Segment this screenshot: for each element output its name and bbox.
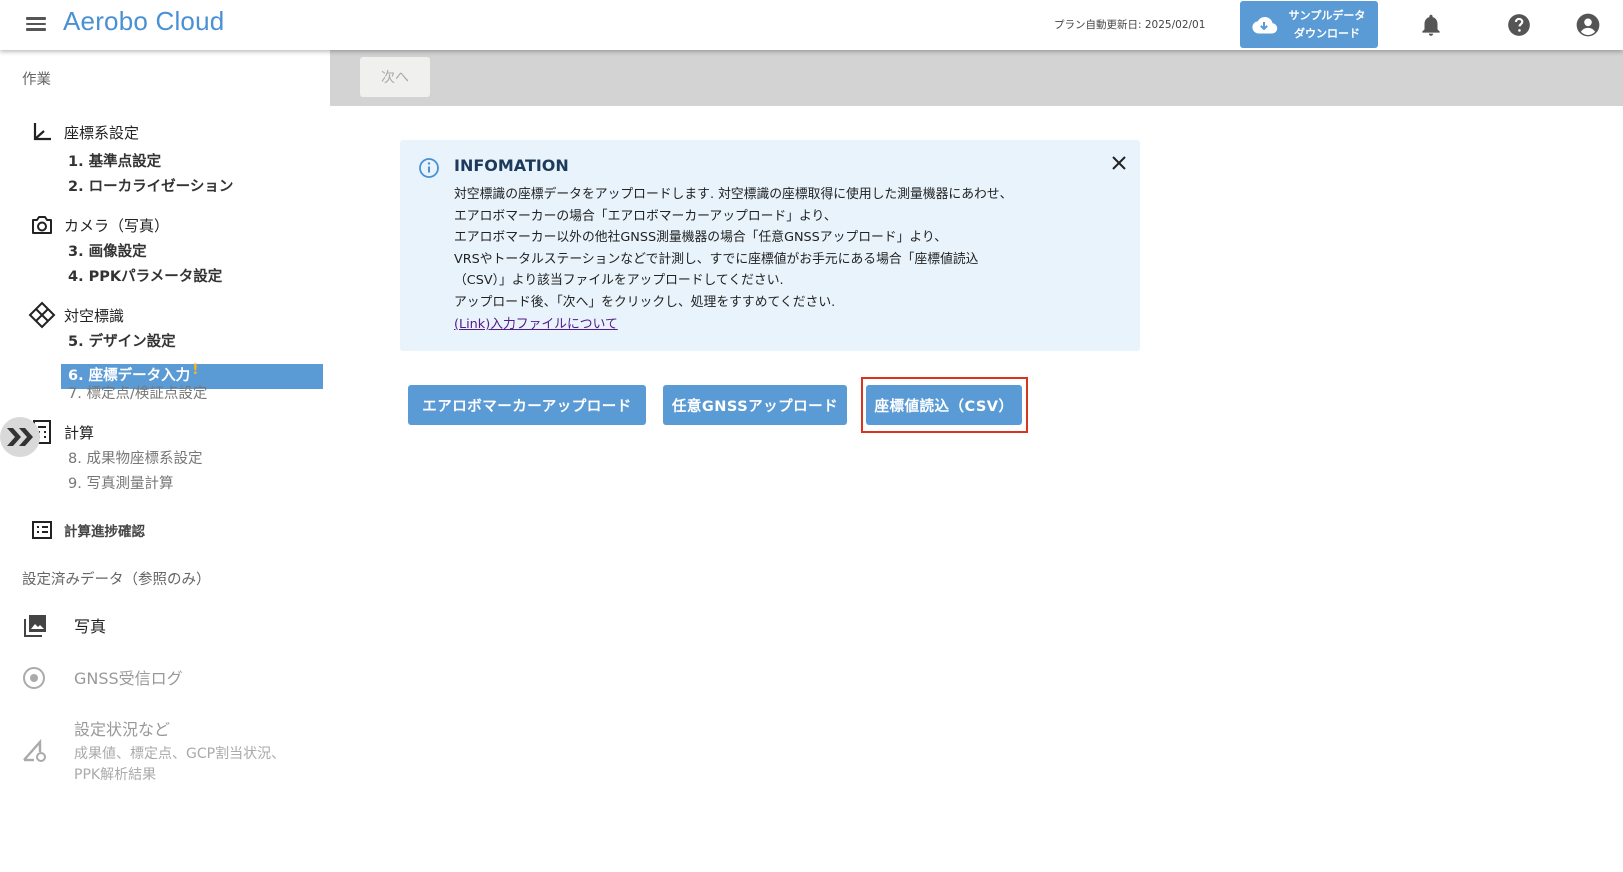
ref-label: GNSS受信ログ xyxy=(74,669,183,688)
camera-icon xyxy=(32,216,52,234)
sidebar-item-localization[interactable]: 2. ローカライゼーション xyxy=(68,175,233,196)
group-label: 座標系設定 xyxy=(64,123,140,142)
csv-import-button[interactable]: 座標値読込（CSV） xyxy=(866,385,1022,425)
section-work-title: 作業 xyxy=(22,72,51,88)
group-label: 対空標識 xyxy=(64,306,125,325)
radio-icon xyxy=(23,667,45,689)
info-line: （CSV）」より該当ファイルをアップロードしてください. xyxy=(454,273,784,288)
sample-btn-line2: ダウンロード xyxy=(1294,26,1360,40)
app-title[interactable]: Aerobo Cloud xyxy=(63,6,224,37)
double-chevron-right-icon xyxy=(7,428,33,446)
group-label: カメラ（写真） xyxy=(64,216,170,235)
ref-label: 写真 xyxy=(74,617,107,636)
menu-icon[interactable] xyxy=(24,14,48,34)
info-line: 対空標識の座標データをアップロードします. 対空標識の座標取得に使用した測量機器… xyxy=(454,187,1013,202)
ref-label: 設定状況など xyxy=(74,720,171,739)
sidebar-item-design-settings[interactable]: 5. デザイン設定 xyxy=(68,330,176,351)
warning-icon: ! xyxy=(192,362,199,378)
input-file-link[interactable]: (Link)入力ファイルについて xyxy=(454,314,618,336)
section-reference-title: 設定済みデータ（参照のみ） xyxy=(22,572,211,588)
next-button[interactable]: 次へ xyxy=(360,57,430,97)
plan-update-date: プラン自動更新日: 2025/02/01 xyxy=(1054,19,1206,31)
sidebar-group-coordinate-system[interactable]: 座標系設定 xyxy=(28,118,139,146)
app-header: Aerobo Cloud プラン自動更新日: 2025/02/01 サンプルデー… xyxy=(0,0,1623,50)
sidebar-item-output-coordinate[interactable]: 8. 成果物座標系設定 xyxy=(68,447,202,468)
sidebar-ref-photos[interactable]: 写真 xyxy=(22,613,106,639)
sidebar-item-ppk-params[interactable]: 4. PPKパラメータ設定 xyxy=(68,265,222,286)
info-line: エアロボマーカーの場合「エアロボマーカーアップロード」より、 xyxy=(454,208,837,224)
close-icon[interactable] xyxy=(1110,154,1128,172)
info-body: 対空標識の座標データをアップロードします. 対空標識の座標取得に使用した測量機器… xyxy=(454,184,1124,336)
gnss-upload-button[interactable]: 任意GNSSアップロード xyxy=(663,385,847,425)
info-title: INFOMATION xyxy=(454,156,569,175)
signal-settings-icon xyxy=(23,738,46,762)
sidebar-group-progress[interactable]: 計算進捗確認 xyxy=(28,516,145,544)
info-line: VRSやトータルステーションなどで計測し、すでに座標値がお手元にある場合「座標値… xyxy=(454,251,979,267)
group-label: 計算進捗確認 xyxy=(64,524,145,540)
sidebar-item-photogrammetry[interactable]: 9. 写真測量計算 xyxy=(68,472,173,493)
sample-btn-line1: サンプルデータ xyxy=(1288,8,1366,22)
list-icon xyxy=(32,521,52,539)
sidebar-item-gcp-settings[interactable]: 7. 標定点/検証点設定 xyxy=(68,382,207,403)
info-line: エアロボマーカー以外の他社GNSS測量機器の場合「任意GNSSアップロード」より… xyxy=(454,230,947,245)
sidebar-ref-settings-status[interactable]: 設定状況など 成果値、標定点、GCP割当状況、 PPK解析結果 xyxy=(22,716,285,786)
aerobo-marker-upload-button[interactable]: エアロボマーカーアップロード xyxy=(408,385,646,425)
sample-data-download-button[interactable]: サンプルデータ ダウンロード xyxy=(1240,1,1378,48)
target-icon xyxy=(28,301,56,329)
group-label: 計算 xyxy=(64,423,95,442)
ref-sub-line2: PPK解析結果 xyxy=(74,767,157,783)
sidebar-group-aerial-marker[interactable]: 対空標識 xyxy=(28,301,124,329)
sidebar: 作業 座標系設定 1. 基準点設定 2. ローカライゼーション カメラ（写真） … xyxy=(0,50,330,872)
sidebar-item-image-settings[interactable]: 3. 画像設定 xyxy=(68,240,147,261)
ref-sub-line1: 成果値、標定点、GCP割当状況、 xyxy=(74,746,286,762)
cloud-download-icon xyxy=(1252,16,1278,33)
bell-icon[interactable] xyxy=(1418,12,1444,38)
sidebar-group-camera[interactable]: カメラ（写真） xyxy=(28,211,169,239)
sidebar-item-reference-point[interactable]: 1. 基準点設定 xyxy=(68,150,161,171)
info-panel: INFOMATION 対空標識の座標データをアップロードします. 対空標識の座標… xyxy=(400,140,1140,351)
sidebar-ref-gnss-log[interactable]: GNSS受信ログ xyxy=(22,665,183,691)
help-icon[interactable] xyxy=(1506,12,1532,38)
axis-icon xyxy=(33,123,51,141)
info-line: アップロード後、「次へ」をクリックし、処理をすすめてください. xyxy=(454,294,836,310)
info-icon xyxy=(419,158,439,178)
account-circle-icon[interactable] xyxy=(1575,12,1601,38)
toolbar: 次へ xyxy=(330,50,1623,106)
photo-library-icon xyxy=(24,615,46,637)
expand-sidebar-button[interactable] xyxy=(0,417,40,457)
